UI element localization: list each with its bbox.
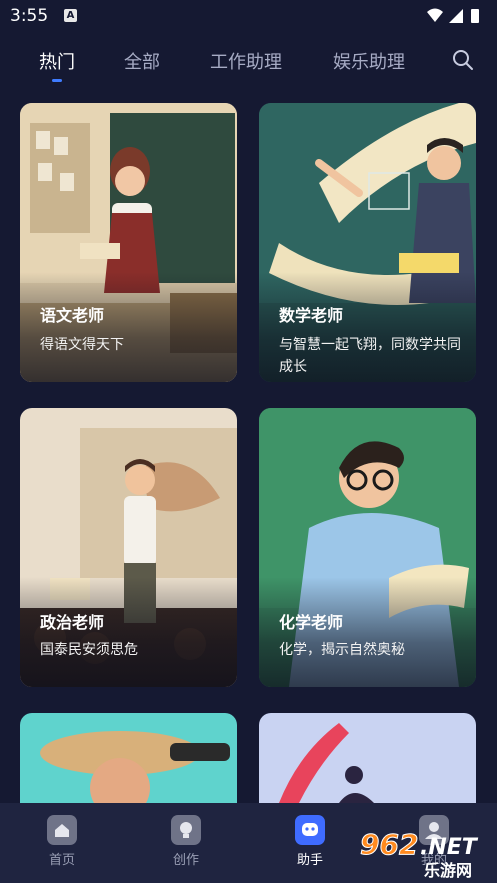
nav-assistant[interactable]: 助手 [280, 815, 340, 871]
svg-text:962: 962 [360, 828, 418, 861]
card-description: 国泰民安须思危 [40, 642, 138, 658]
notification-icon: A [64, 9, 77, 22]
assistant-card-politics-teacher[interactable]: 政治老师 国泰民安须思危 [20, 408, 237, 687]
category-tabs: 热门 全部 工作助理 娱乐助理 [0, 44, 497, 88]
nav-create[interactable]: 创作 [156, 815, 216, 871]
nav-label: 创作 [172, 853, 199, 868]
tab-all[interactable]: 全部 [124, 48, 160, 74]
svg-text:.NET: .NET [420, 835, 479, 860]
assistant-card-partial-2[interactable] [259, 713, 476, 803]
assistant-card-partial-1[interactable] [20, 713, 237, 803]
watermark-logo: 962 .NET 乐游网 [360, 828, 479, 881]
card-title: 政治老师 [40, 613, 105, 632]
svg-text:乐游网: 乐游网 [424, 861, 472, 880]
status-bar: 3:55 A [0, 0, 497, 34]
explorer-illustration [20, 713, 237, 803]
nav-home[interactable]: 首页 [32, 815, 92, 871]
tab-work-assistant[interactable]: 工作助理 [210, 48, 282, 74]
assistant-icon [295, 815, 325, 845]
active-tab-indicator [52, 79, 62, 82]
tab-hot[interactable]: 热门 [39, 48, 75, 74]
card-overlay [20, 272, 237, 382]
card-title: 数学老师 [279, 306, 344, 325]
nav-label: 助手 [296, 853, 323, 868]
nav-label: 首页 [48, 853, 75, 868]
card-description: 与智慧一起飞翔，同数学共同成长 [279, 337, 461, 375]
search-icon[interactable] [452, 49, 474, 71]
assistant-card-chemistry-teacher[interactable]: 化学老师 化学，揭示自然奥秘 [259, 408, 476, 687]
card-description: 得语文得天下 [40, 337, 124, 353]
tab-entertainment-assistant[interactable]: 娱乐助理 [333, 48, 405, 74]
card-title: 化学老师 [279, 613, 344, 632]
writer-illustration [259, 713, 476, 803]
card-title: 语文老师 [40, 306, 105, 325]
card-description: 化学，揭示自然奥秘 [279, 642, 405, 658]
assistant-card-chinese-teacher[interactable]: 语文老师 得语文得天下 [20, 103, 237, 382]
bulb-icon [171, 815, 201, 845]
wifi-signal-battery-icons [427, 8, 479, 23]
home-icon [47, 815, 77, 845]
assistant-card-math-teacher[interactable]: 数学老师 与智慧一起飞翔，同数学共同成长 [259, 103, 476, 382]
status-time: 3:55 [10, 6, 49, 26]
